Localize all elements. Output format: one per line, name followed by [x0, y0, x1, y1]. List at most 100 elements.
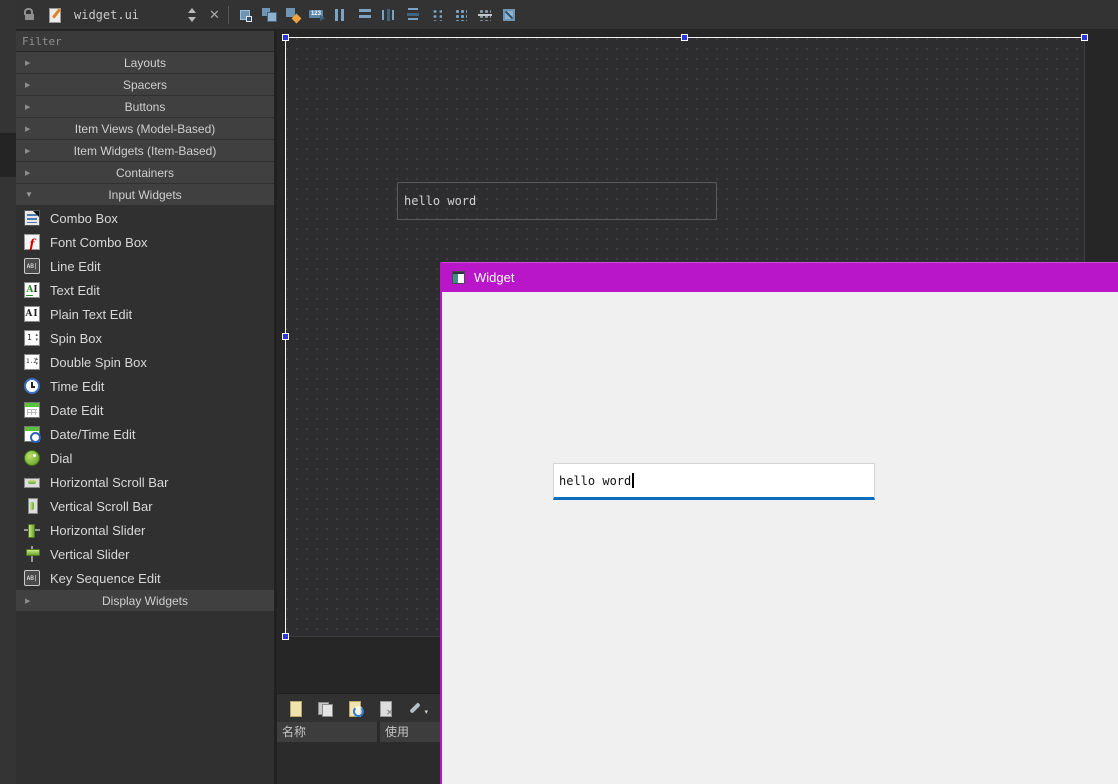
new-resource-icon[interactable] — [287, 700, 304, 717]
widget-box-panel: Layouts Spacers Buttons Item Views (Model-B… — [16, 31, 274, 784]
widget-item-key-sequence-edit[interactable]: Key Sequence Edit — [16, 566, 274, 590]
widget-item-vertical-slider[interactable]: Vertical Slider — [16, 542, 274, 566]
layout-horizontal-splitter-icon[interactable] — [381, 7, 397, 23]
column-header-使用[interactable]: 使用 — [380, 722, 440, 742]
widget-item-horizontal-scroll-bar[interactable]: Horizontal Scroll Bar — [16, 470, 274, 494]
remove-resource-icon[interactable] — [377, 700, 394, 717]
selection-handle-bottom-left[interactable] — [282, 633, 289, 640]
selection-handle-top-left[interactable] — [282, 34, 289, 41]
filter-wrench-icon[interactable] — [407, 700, 428, 717]
widget-item-line-edit[interactable]: Line Edit — [16, 254, 274, 278]
widget-category-layouts[interactable]: Layouts — [16, 52, 274, 73]
widget-item-vertical-scroll-bar[interactable]: Vertical Scroll Bar — [16, 494, 274, 518]
spin-box-icon — [24, 330, 40, 346]
widget-category-item-widgets-item-based[interactable]: Item Widgets (Item-Based) — [16, 140, 274, 161]
widget-item-combo-box[interactable]: Combo Box — [16, 206, 274, 230]
widget-item-label: Dial — [50, 450, 73, 466]
widget-item-spin-box[interactable]: Spin Box — [16, 326, 274, 350]
layout-horizontal-icon[interactable] — [333, 7, 349, 23]
layout-vertical-icon[interactable] — [357, 7, 373, 23]
widget-item-text-edit[interactable]: Text Edit — [16, 278, 274, 302]
widget-list: Layouts Spacers Buttons Item Views (Model-B… — [16, 52, 274, 611]
time-edit-icon — [24, 378, 40, 394]
widget-category-display-widgets[interactable]: Display Widgets — [16, 590, 274, 611]
widget-item-date-edit[interactable]: Date Edit — [16, 398, 274, 422]
form-line-edit[interactable]: hello word — [397, 182, 717, 220]
date-edit-icon — [24, 402, 40, 418]
widget-filter-input[interactable] — [16, 31, 274, 52]
preview-title: Widget — [474, 270, 515, 285]
widget-item-time-edit[interactable]: Time Edit — [16, 374, 274, 398]
widget-item-label: Plain Text Edit — [50, 306, 133, 322]
edit-resources-icon[interactable] — [347, 700, 364, 717]
chevron-right-icon — [25, 52, 30, 73]
left-dock-strip — [0, 0, 16, 784]
selection-handle-top-center[interactable] — [681, 34, 688, 41]
edit-widgets-icon[interactable] — [237, 7, 253, 23]
widget-item-label: Combo Box — [50, 210, 118, 226]
font-combo-box-icon — [24, 234, 40, 250]
category-label: Buttons — [124, 99, 166, 114]
combo-box-icon — [24, 210, 40, 226]
widget-category-item-views-model-based[interactable]: Item Views (Model-Based) — [16, 118, 274, 139]
widget-item-label: Horizontal Slider — [50, 522, 146, 538]
designer-tools — [237, 7, 517, 23]
adjust-size-icon[interactable] — [501, 7, 517, 23]
widget-category-spacers[interactable]: Spacers — [16, 74, 274, 95]
tab-scroll-buttons-icon[interactable] — [185, 7, 199, 23]
widget-item-dial[interactable]: Dial — [16, 446, 274, 470]
line-edit-icon — [24, 258, 40, 274]
category-label: Spacers — [122, 77, 168, 92]
form-line-edit-text: hello word — [404, 194, 477, 208]
lock-icon[interactable] — [24, 8, 36, 21]
widget-category-input-widgets[interactable]: Input Widgets — [16, 184, 274, 205]
widget-item-date-time-edit[interactable]: Date/Time Edit — [16, 422, 274, 446]
widget-item-label: Vertical Slider — [50, 546, 130, 562]
edit-signals-slots-icon[interactable] — [261, 7, 277, 23]
preview-line-edit[interactable]: hello word — [553, 463, 875, 500]
widget-item-label: Font Combo Box — [50, 234, 148, 250]
chevron-down-icon — [25, 184, 33, 205]
chevron-right-icon — [25, 96, 30, 117]
widget-category-buttons[interactable]: Buttons — [16, 96, 274, 117]
key-sequence-edit-icon — [24, 570, 40, 586]
preview-titlebar[interactable]: Widget — [442, 262, 1118, 292]
chevron-right-icon — [25, 162, 30, 183]
close-tab-icon[interactable]: ✕ — [209, 0, 220, 30]
chevron-right-icon — [25, 118, 30, 139]
widget-item-plain-text-edit[interactable]: Plain Text Edit — [16, 302, 274, 326]
widget-item-horizontal-slider[interactable]: Horizontal Slider — [16, 518, 274, 542]
resource-toolbar — [277, 694, 440, 722]
layout-grid-icon[interactable] — [453, 7, 469, 23]
widget-item-label: Vertical Scroll Bar — [50, 498, 153, 514]
widget-item-font-combo-box[interactable]: Font Combo Box — [16, 230, 274, 254]
resource-table-body[interactable] — [277, 742, 440, 784]
text-caret — [632, 473, 635, 488]
layout-vertical-splitter-icon[interactable] — [405, 7, 421, 23]
widget-item-label: Date/Time Edit — [50, 426, 136, 442]
widget-item-label: Spin Box — [50, 330, 103, 346]
window-icon — [452, 271, 465, 284]
edit-file-icon[interactable] — [48, 7, 64, 23]
widget-item-label: Text Edit — [50, 282, 100, 298]
resource-browser-panel: 名称使用 — [274, 693, 440, 784]
text-edit-icon — [24, 282, 40, 298]
horizontal-scroll-bar-icon — [24, 474, 40, 490]
widget-item-label: Date Edit — [50, 402, 104, 418]
edit-buddies-icon[interactable] — [285, 7, 301, 23]
copy-resource-icon[interactable] — [317, 700, 334, 717]
widget-item-label: Line Edit — [50, 258, 101, 274]
tab-title[interactable]: widget.ui — [74, 8, 139, 22]
column-header-名称[interactable]: 名称 — [277, 722, 377, 742]
selection-handle-top-right[interactable] — [1081, 34, 1088, 41]
edit-tab-order-icon[interactable] — [308, 7, 325, 23]
widget-item-double-spin-box[interactable]: Double Spin Box — [16, 350, 274, 374]
preview-line-edit-text: hello word — [559, 473, 632, 488]
preview-client-area: hello word — [442, 292, 1118, 784]
date-time-edit-icon — [24, 426, 41, 443]
selection-handle-middle-left[interactable] — [282, 333, 289, 340]
preview-window: Widget hello word — [440, 262, 1118, 784]
layout-form-icon[interactable] — [429, 7, 445, 23]
widget-category-containers[interactable]: Containers — [16, 162, 274, 183]
break-layout-icon[interactable] — [477, 7, 493, 23]
